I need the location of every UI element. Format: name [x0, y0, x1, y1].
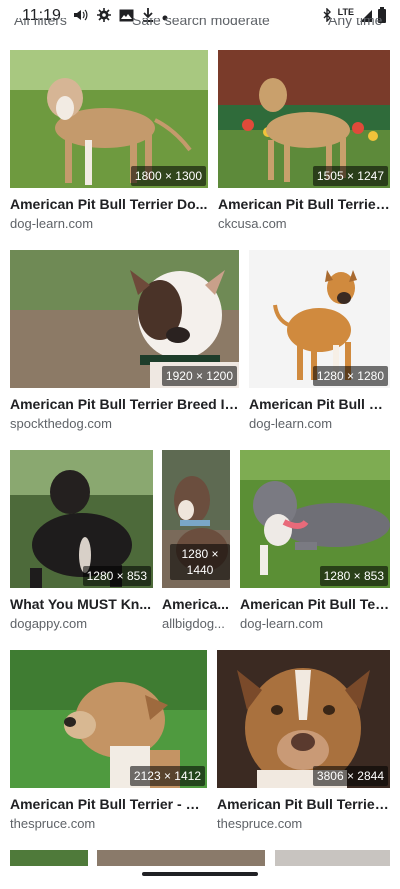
result-thumbnail[interactable]: 1280 × 853: [10, 450, 153, 588]
image-size-badge: 1920 × 1200: [161, 366, 237, 386]
result-title[interactable]: American Pit Bull Te...: [249, 396, 390, 412]
result-source[interactable]: dog-learn.com: [240, 616, 390, 631]
image-size-badge: 1280 × 1440: [170, 544, 230, 580]
result-thumbnail[interactable]: 1280 × 1440: [162, 450, 230, 588]
result-card[interactable]: 1800 × 1300 American Pit Bull Terrier Do…: [10, 50, 208, 240]
result-thumbnail[interactable]: 1920 × 1200: [10, 250, 239, 388]
result-title[interactable]: American Pit Bull Terrier Breed In...: [10, 396, 239, 412]
result-thumbnail[interactable]: 2123 × 1412: [10, 650, 207, 788]
result-source[interactable]: dogappy.com: [10, 616, 153, 631]
result-title[interactable]: American Pit Bull Terrier ...: [218, 196, 390, 212]
filter-chip-safe-search[interactable]: Safe search moderate: [132, 18, 270, 28]
result-thumbnail[interactable]: [10, 850, 88, 866]
result-thumbnail[interactable]: 1800 × 1300: [10, 50, 208, 188]
image-size-badge: 3806 × 2844: [312, 766, 388, 786]
result-source[interactable]: dog-learn.com: [10, 216, 208, 231]
result-thumbnail[interactable]: 1280 × 1280: [249, 250, 390, 388]
result-title[interactable]: What You MUST Kn...: [10, 596, 153, 612]
home-indicator[interactable]: [142, 872, 258, 876]
network-type: LTE: [337, 7, 354, 17]
result-title[interactable]: American Pit Bull Terrier Do...: [10, 196, 208, 212]
filter-chip-time[interactable]: Any time: [328, 18, 382, 28]
image-size-badge: 2123 × 1412: [129, 766, 205, 786]
result-thumbnail[interactable]: 1505 × 1247: [218, 50, 390, 188]
result-source[interactable]: spockthedog.com: [10, 416, 239, 431]
result-card[interactable]: 1505 × 1247 American Pit Bull Terrier ..…: [218, 50, 390, 240]
result-title[interactable]: America...: [162, 596, 230, 612]
result-source[interactable]: thespruce.com: [10, 816, 207, 831]
result-card[interactable]: 1280 × 853 American Pit Bull Ter... dog-…: [240, 450, 390, 642]
result-card[interactable]: 1280 × 1440 America... allbigdog...: [162, 450, 230, 642]
result-source[interactable]: allbigdog...: [162, 616, 230, 631]
result-source[interactable]: dog-learn.com: [249, 416, 390, 431]
image-size-badge: 1280 × 1280: [312, 366, 388, 386]
result-thumbnail[interactable]: [275, 850, 390, 866]
result-source[interactable]: ckcusa.com: [218, 216, 390, 231]
result-card[interactable]: 2123 × 1412 American Pit Bull Terrier - …: [10, 650, 207, 842]
image-size-badge: 1800 × 1300: [130, 166, 206, 186]
image-size-badge: 1505 × 1247: [312, 166, 388, 186]
image-size-badge: 1280 × 853: [319, 566, 388, 586]
result-card[interactable]: 3806 × 2844 American Pit Bull Terrier ..…: [217, 650, 390, 842]
result-title[interactable]: American Pit Bull Terrier ...: [217, 796, 390, 812]
result-card[interactable]: 1280 × 853 What You MUST Kn... dogappy.c…: [10, 450, 153, 642]
result-title[interactable]: American Pit Bull Terrier - Fr...: [10, 796, 207, 812]
result-thumbnail[interactable]: 3806 × 2844: [217, 650, 390, 788]
result-thumbnail[interactable]: [97, 850, 265, 866]
filter-chip-bar: All filters Safe search moderate Any tim…: [0, 18, 400, 34]
filter-chip-all[interactable]: All filters: [14, 18, 67, 28]
result-card[interactable]: 1920 × 1200 American Pit Bull Terrier Br…: [10, 250, 239, 442]
result-title[interactable]: American Pit Bull Ter...: [240, 596, 390, 612]
result-card[interactable]: 1280 × 1280 American Pit Bull Te... dog-…: [249, 250, 390, 442]
result-thumbnail[interactable]: 1280 × 853: [240, 450, 390, 588]
image-size-badge: 1280 × 853: [82, 566, 151, 586]
result-source[interactable]: thespruce.com: [217, 816, 390, 831]
image-results-grid: 1800 × 1300 American Pit Bull Terrier Do…: [0, 36, 400, 889]
